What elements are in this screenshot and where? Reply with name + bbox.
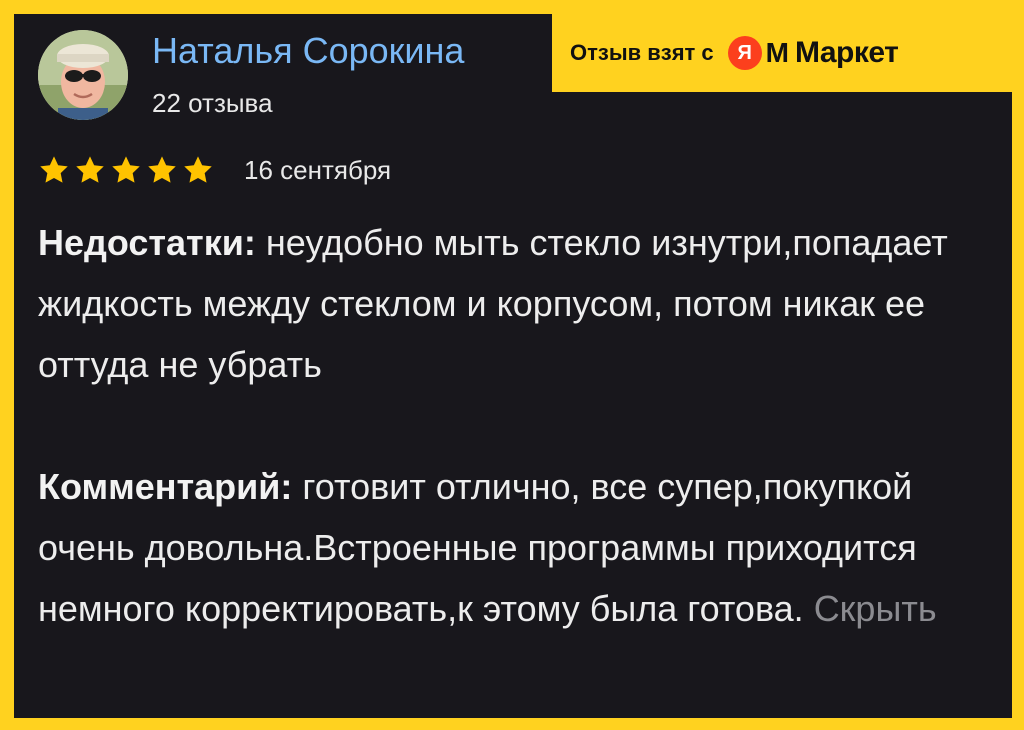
author-name[interactable]: Наталья Сорокина	[152, 30, 464, 72]
star-icon	[40, 156, 68, 183]
comment-paragraph: Комментарий: готовит отлично, все супер,…	[38, 456, 998, 639]
cons-label: Недостатки:	[38, 222, 256, 263]
star-rating	[38, 154, 214, 186]
hide-link[interactable]: Скрыть	[814, 588, 937, 629]
star-icon	[76, 156, 104, 183]
avatar-photo	[38, 30, 128, 120]
review-card: Отзыв взят с Я M Маркет Наталья Сорокина…	[14, 14, 1012, 718]
yandex-logo-icon: Я	[727, 36, 762, 70]
source-badge[interactable]: Отзыв взят с Я M Маркет	[552, 14, 1012, 92]
star-icon	[184, 156, 212, 183]
yellow-frame: Отзыв взят с Я M Маркет Наталья Сорокина…	[0, 0, 1024, 730]
comment-label: Комментарий:	[38, 466, 293, 507]
review-count: 22 отзыва	[152, 88, 273, 118]
review-date: 16 сентября	[244, 154, 392, 185]
cons-paragraph: Недостатки: неудобно мыть стекло изнутри…	[38, 212, 998, 395]
yandex-market-logo: Я M Маркет	[727, 36, 899, 70]
market-logo-mark: M	[765, 37, 789, 68]
star-icon	[112, 156, 140, 183]
market-logo-word: Маркет	[795, 36, 899, 69]
rating-row: 16 сентября	[38, 154, 391, 186]
review-body: Недостатки: неудобно мыть стекло изнутри…	[38, 212, 998, 639]
avatar[interactable]	[38, 30, 128, 120]
star-icon	[148, 156, 176, 183]
source-badge-text: Отзыв взят с	[570, 40, 714, 65]
